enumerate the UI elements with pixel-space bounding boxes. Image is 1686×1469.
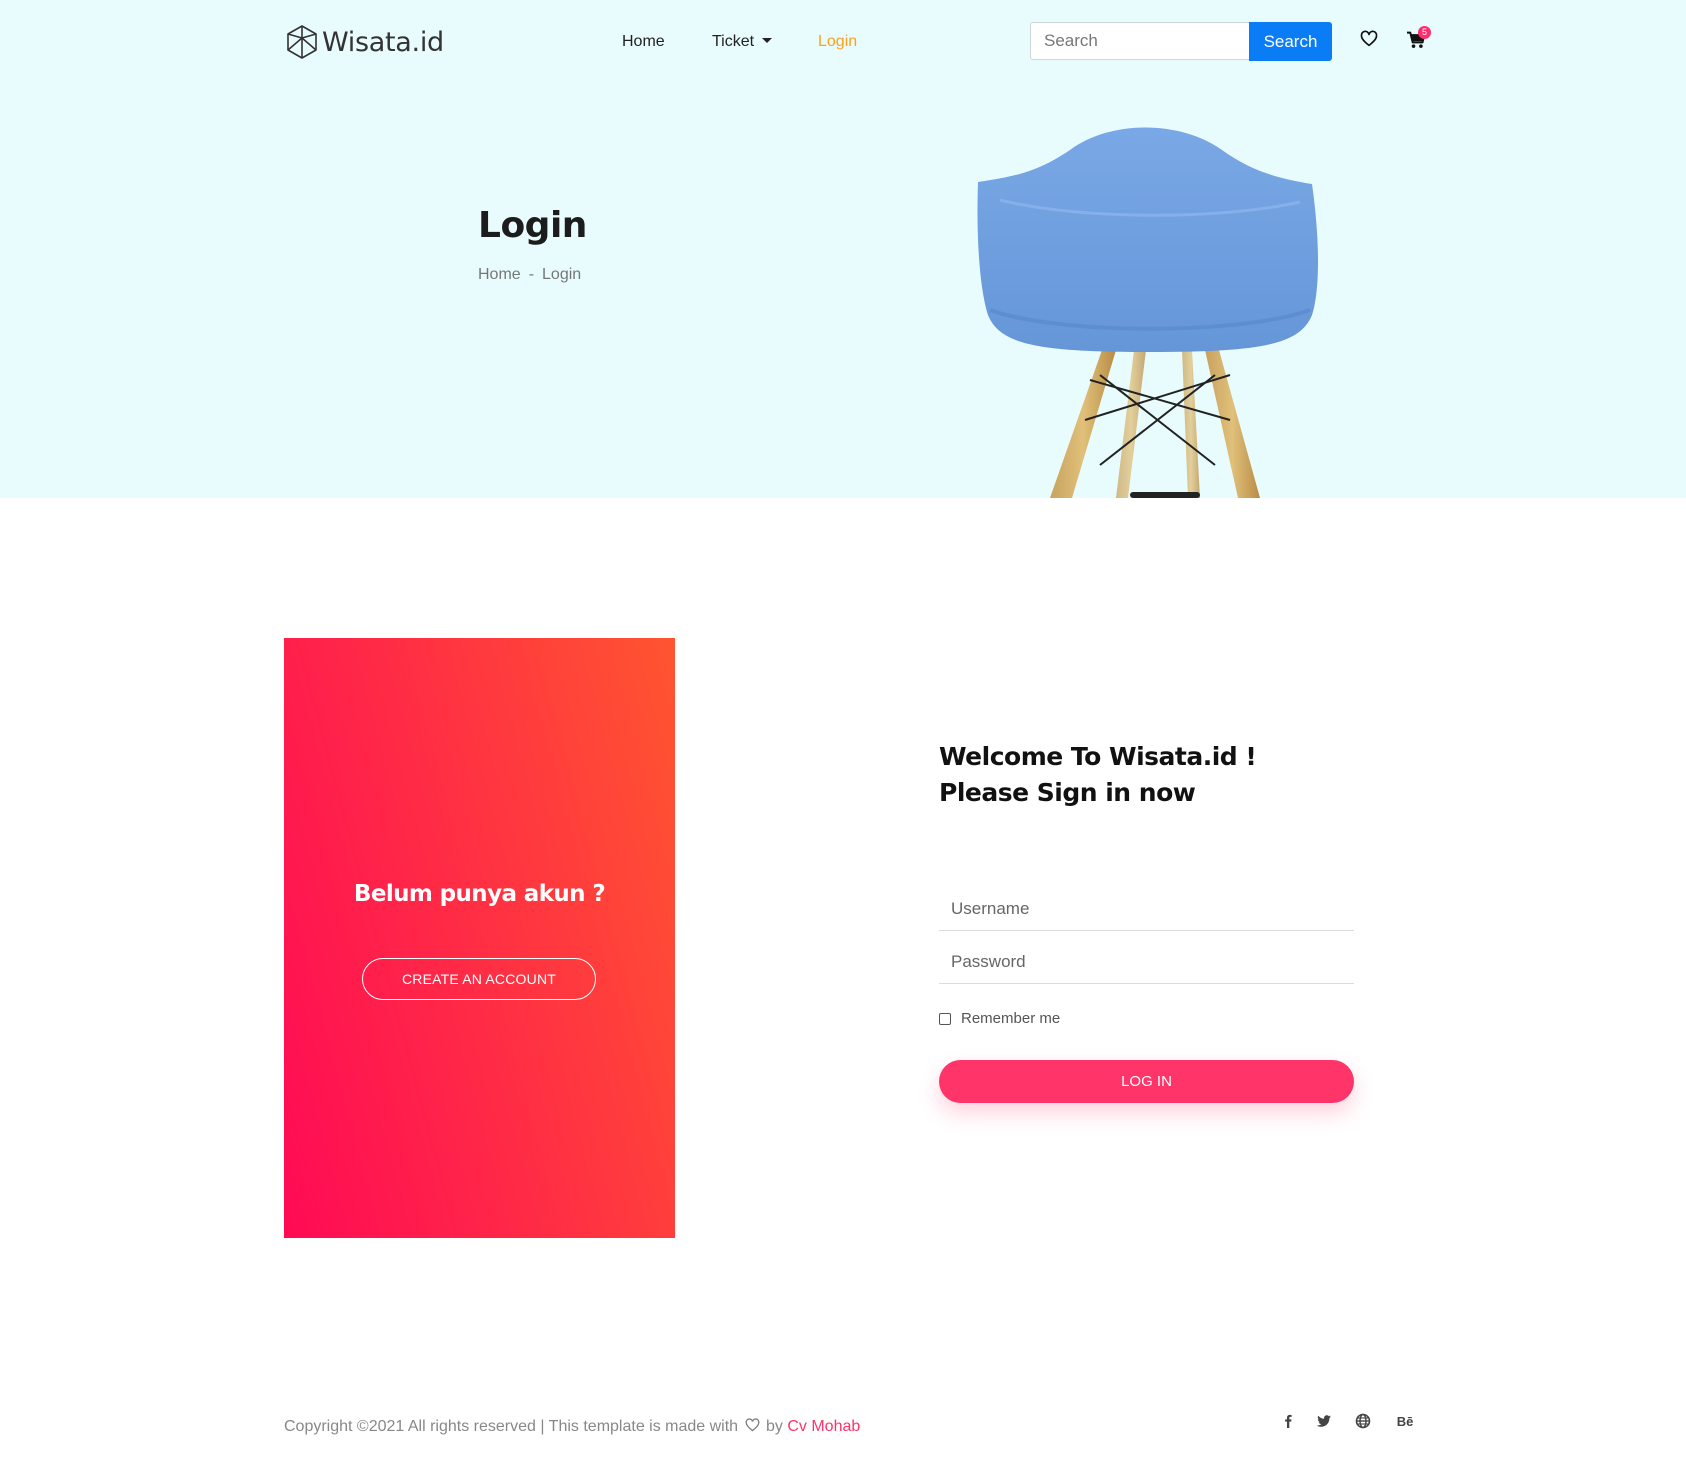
copyright-text: Copyright ©2021 All rights reserved | Th… bbox=[284, 1418, 739, 1435]
heart-icon[interactable] bbox=[1360, 30, 1378, 48]
chair-image bbox=[977, 127, 1318, 498]
author-link[interactable]: Cv Mohab bbox=[787, 1418, 860, 1435]
cart-count-badge: 5 bbox=[1418, 26, 1431, 39]
facebook-icon[interactable] bbox=[1280, 1413, 1296, 1429]
caret-down-icon bbox=[762, 38, 773, 43]
search-input[interactable] bbox=[1030, 22, 1249, 60]
nav-login[interactable]: Login bbox=[818, 33, 857, 51]
copyright-by: by bbox=[765, 1418, 783, 1435]
welcome-line-1: Welcome To Wisata.id ! bbox=[939, 742, 1257, 771]
password-input[interactable] bbox=[939, 940, 1354, 984]
remember-me-label: Remember me bbox=[961, 1010, 1061, 1027]
nav-ticket-dropdown[interactable]: Ticket bbox=[712, 33, 773, 51]
main-nav: Home Ticket Login bbox=[0, 30, 1686, 54]
hero-section: Wisata.id Home Ticket Login Search 5 Log… bbox=[0, 0, 1686, 498]
twitter-icon[interactable] bbox=[1316, 1413, 1332, 1429]
breadcrumb: Home - Login bbox=[478, 266, 581, 284]
welcome-line-2: Please Sign in now bbox=[939, 778, 1196, 807]
behance-icon[interactable]: Bē bbox=[1395, 1413, 1415, 1429]
breadcrumb-separator: - bbox=[528, 266, 535, 283]
remember-me[interactable]: Remember me bbox=[939, 1010, 1060, 1027]
globe-icon[interactable] bbox=[1355, 1413, 1371, 1429]
signup-promo-card: Belum punya akun ? CREATE AN ACCOUNT bbox=[284, 638, 675, 1238]
nav-ticket-label: Ticket bbox=[712, 33, 755, 50]
login-button[interactable]: LOG IN bbox=[939, 1060, 1354, 1103]
breadcrumb-current: Login bbox=[542, 266, 582, 283]
search-button[interactable]: Search bbox=[1249, 22, 1332, 61]
breadcrumb-home[interactable]: Home bbox=[478, 266, 521, 283]
promo-title: Belum punya akun ? bbox=[353, 881, 606, 907]
username-input[interactable] bbox=[939, 887, 1354, 931]
heart-icon bbox=[745, 1418, 759, 1432]
remember-me-checkbox[interactable] bbox=[939, 1012, 951, 1025]
welcome-heading: Welcome To Wisata.id ! Please Sign in no… bbox=[939, 739, 1257, 811]
copyright: Copyright ©2021 All rights reserved | Th… bbox=[284, 1418, 860, 1436]
page-title: Login bbox=[478, 205, 587, 246]
nav-home[interactable]: Home bbox=[622, 33, 665, 51]
create-account-button[interactable]: CREATE AN ACCOUNT bbox=[362, 958, 596, 1000]
